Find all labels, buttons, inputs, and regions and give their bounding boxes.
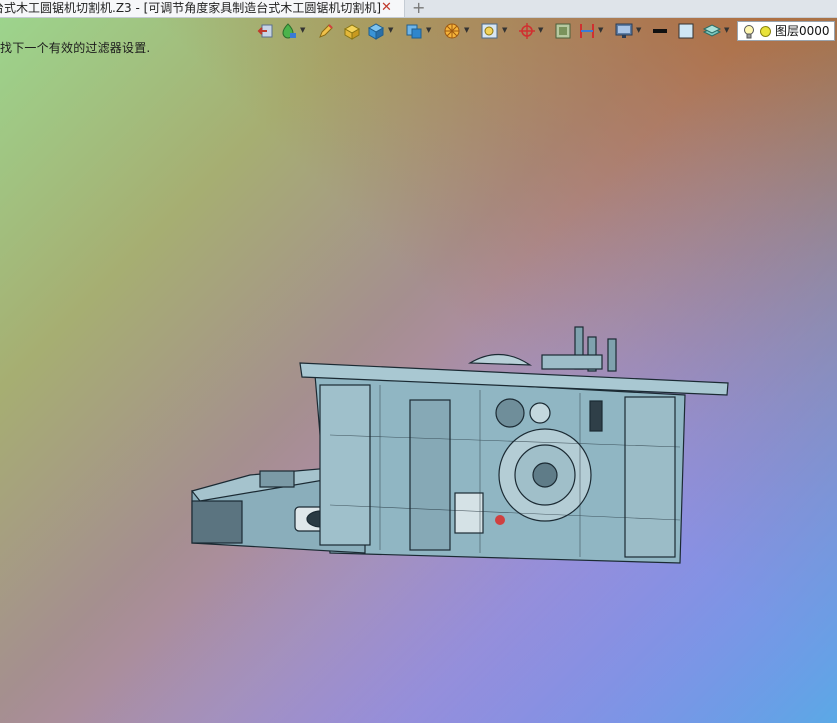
status-message: 找下一个有效的过滤器设置. [0,41,151,55]
color-swatch-icon[interactable] [676,21,696,41]
render-style-caret-icon[interactable]: ▼ [300,27,307,34]
monitor-caret-icon[interactable]: ▼ [636,27,643,34]
view-cube-icon[interactable] [404,21,424,41]
document-tab-bar: 台式木工圆锯机切割机.Z3 - [可调节角度家具制造台式木工圆锯机切割机] ✕ … [0,0,837,18]
document-tab[interactable]: 台式木工圆锯机切割机.Z3 - [可调节角度家具制造台式木工圆锯机切割机] ✕ [0,0,405,17]
layer-color-swatch[interactable] [760,26,771,37]
document-tab-title: 台式木工圆锯机切割机.Z3 - [可调节角度家具制造台式木工圆锯机切割机] [0,1,381,15]
layer-name: 图层0000 [775,24,830,38]
section-plane-caret-icon[interactable]: ▼ [598,27,605,34]
render-style-icon[interactable] [279,21,299,41]
layer-stack-caret-icon[interactable]: ▼ [724,27,731,34]
add-tab-icon[interactable]: + [412,0,425,16]
solid-cube-caret-icon[interactable]: ▼ [388,27,395,34]
line-weight-icon[interactable] [650,21,670,41]
orient-wheel-icon[interactable] [442,21,462,41]
monitor-icon[interactable] [614,21,634,41]
zoom-fit-caret-icon[interactable]: ▼ [502,27,509,34]
table-saw-3d-model[interactable] [180,315,740,575]
crosshair-caret-icon[interactable]: ▼ [538,27,545,34]
pen-icon[interactable] [316,21,336,41]
solid-cube-icon[interactable] [366,21,386,41]
lightbulb-icon[interactable] [742,24,756,40]
layer-stack-icon[interactable] [702,21,722,41]
crosshair-icon[interactable] [517,21,537,41]
exit-view-icon[interactable] [256,21,276,41]
layer-selector[interactable]: 图层0000 [737,21,835,41]
shaded-box-icon[interactable] [342,21,362,41]
zoom-fit-icon[interactable] [480,21,500,41]
section-plane-icon[interactable] [577,21,597,41]
frame-select-icon[interactable] [553,21,573,41]
view-cube-caret-icon[interactable]: ▼ [426,27,433,34]
close-tab-icon[interactable]: ✕ [381,0,392,16]
orient-wheel-caret-icon[interactable]: ▼ [464,27,471,34]
